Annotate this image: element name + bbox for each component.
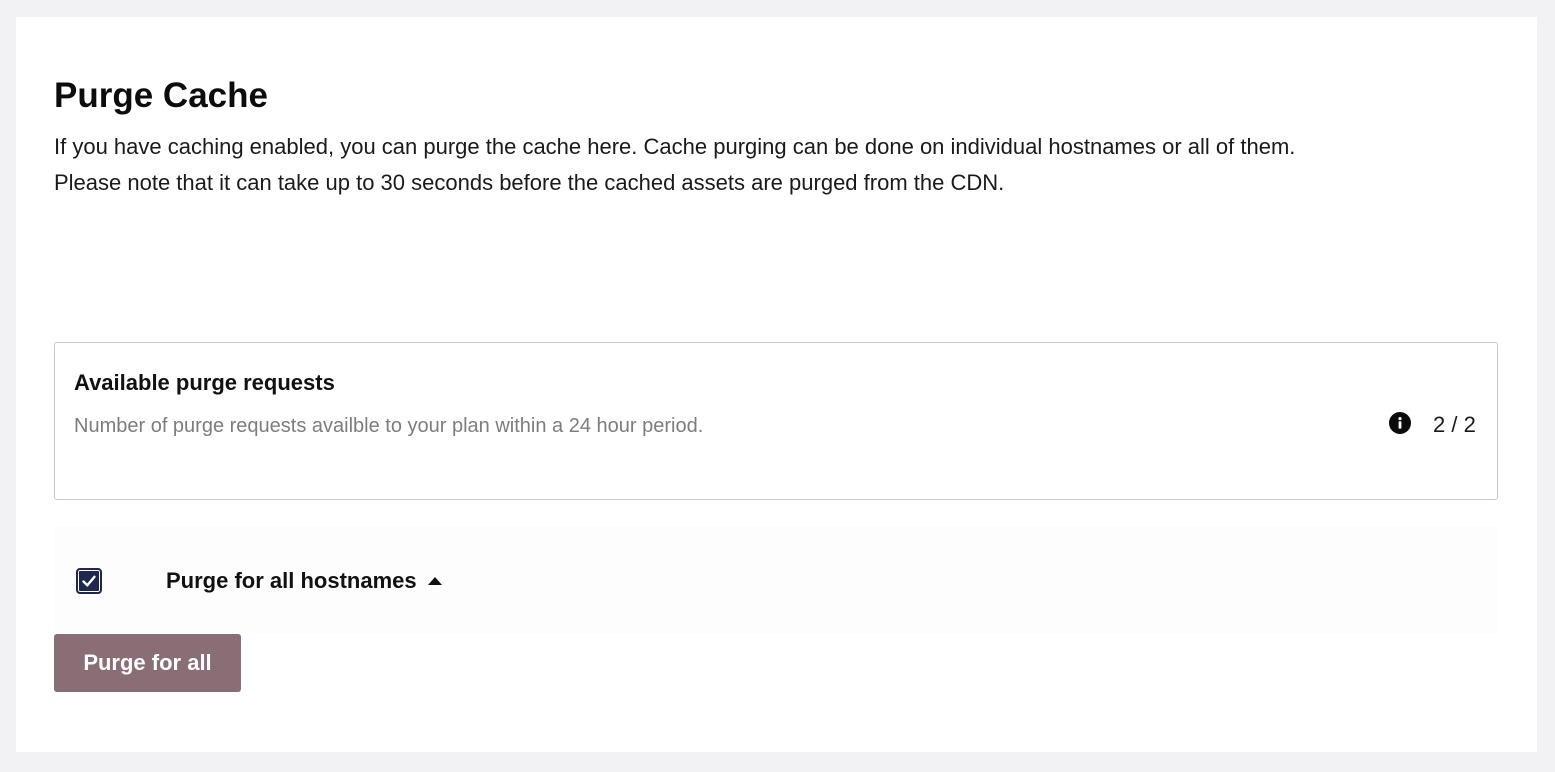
caret-up-icon [427,577,442,585]
quota-title: Available purge requests [74,370,335,395]
page-description: If you have caching enabled, you can pur… [54,129,1295,201]
info-icon[interactable] [1389,412,1411,434]
quota-description: Number of purge requests availble to you… [74,415,704,437]
hostnames-label: Purge for all hostnames [166,568,417,593]
page-title: Purge Cache [54,76,268,115]
purge-quota-card: Available purge requests Number of purge… [54,342,1498,500]
description-line-1: If you have caching enabled, you can pur… [54,134,1296,159]
hostnames-row: Purge for all hostnames [54,526,1498,634]
purge-all-button[interactable]: Purge for all [54,634,241,692]
quota-value: 2 / 2 [1433,412,1476,437]
hostnames-toggle[interactable]: Purge for all hostnames [166,566,442,596]
purge-cache-panel: Purge Cache If you have caching enabled,… [16,17,1537,752]
description-line-2: Please note that it can take up to 30 se… [54,170,1005,195]
purge-all-checkbox[interactable] [76,568,102,594]
